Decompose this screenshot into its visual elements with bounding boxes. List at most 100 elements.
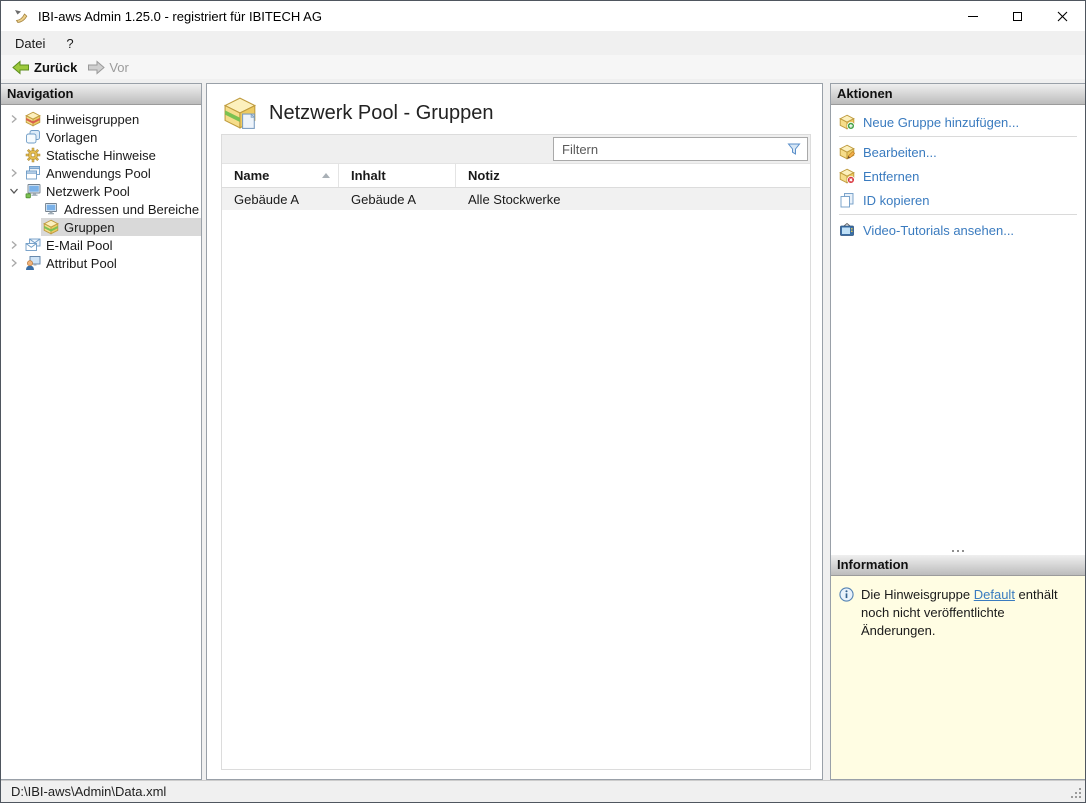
chevron-down-icon[interactable] <box>7 186 21 196</box>
netzwerk-pool-icon <box>25 183 41 199</box>
column-header-notiz[interactable]: Notiz <box>456 164 810 187</box>
forward-arrow-icon <box>88 59 106 75</box>
action-label: Neue Gruppe hinzufügen... <box>863 114 1020 130</box>
email-pool-icon <box>25 237 41 253</box>
page-title-row: Netzwerk Pool - Gruppen <box>224 96 494 130</box>
menu-bar: Datei ? <box>1 31 1085 55</box>
edit-action[interactable]: Bearbeiten... <box>831 141 1085 163</box>
nav-item-gruppen[interactable]: Gruppen <box>1 218 201 236</box>
video-tutorials-action[interactable]: Video-Tutorials ansehen... <box>831 219 1085 241</box>
nav-label: Attribut Pool <box>46 255 117 271</box>
nav-item-adressen-und-bereiche[interactable]: Adressen und Bereiche <box>1 200 201 218</box>
app-logo-icon <box>15 10 28 23</box>
maximize-button[interactable] <box>995 1 1040 31</box>
information-body: Die Hinweisgruppe Default enthält noch n… <box>831 576 1085 779</box>
status-bar: D:\IBI-aws\Admin\Data.xml <box>1 780 1085 802</box>
maximize-icon <box>1013 11 1022 21</box>
resize-grip-icon[interactable] <box>1069 786 1083 800</box>
add-group-icon <box>839 114 855 130</box>
nav-item-statische-hinweise[interactable]: Statische Hinweise <box>1 146 201 164</box>
sort-asc-icon <box>322 173 330 178</box>
menu-help[interactable]: ? <box>59 31 80 55</box>
hinweisgruppen-icon <box>25 111 41 127</box>
actions-list: Neue Gruppe hinzufügen... Bearbeiten... <box>831 105 1085 547</box>
attribut-pool-icon <box>25 255 41 271</box>
minimize-button[interactable] <box>950 1 995 31</box>
cell-notiz: Alle Stockwerke <box>468 191 561 207</box>
column-label: Notiz <box>468 168 500 183</box>
add-group-action[interactable]: Neue Gruppe hinzufügen... <box>831 111 1085 133</box>
drag-dot <box>952 550 954 552</box>
navigation-header: Navigation <box>1 84 201 105</box>
remove-action[interactable]: Entfernen <box>831 165 1085 187</box>
cell-name: Gebäude A <box>234 191 300 207</box>
column-label: Inhalt <box>351 168 386 183</box>
chevron-right-icon[interactable] <box>7 114 21 124</box>
nav-label: Netzwerk Pool <box>46 183 130 199</box>
panel-splitter-handle[interactable] <box>831 547 1085 555</box>
info-icon <box>839 587 854 602</box>
video-tutorials-icon <box>839 222 855 238</box>
filter-icon[interactable] <box>786 141 802 157</box>
column-header-inhalt[interactable]: Inhalt <box>339 164 456 187</box>
app-window: IBI-aws Admin 1.25.0 - registriert für I… <box>0 0 1086 803</box>
nav-label: E-Mail Pool <box>46 237 113 253</box>
separator <box>839 214 1077 215</box>
gruppen-icon <box>43 219 59 235</box>
filter-input[interactable] <box>554 141 786 157</box>
information-header: Information <box>831 555 1085 576</box>
data-file-path: D:\IBI-aws\Admin\Data.xml <box>11 784 167 799</box>
navigation-tree: Hinweisgruppen Vorlagen Statische Hinwei… <box>1 105 201 272</box>
info-text-before: Die Hinweisgruppe <box>861 587 974 602</box>
nav-item-attribut-pool[interactable]: Attribut Pool <box>1 254 201 272</box>
main-panel: Netzwerk Pool - Gruppen Name <box>206 83 823 780</box>
copy-id-icon <box>839 192 855 208</box>
anwendungs-pool-icon <box>25 165 41 181</box>
workspace: Navigation Hinweisgruppen Vorlagen Stati… <box>1 81 1085 780</box>
menu-datei[interactable]: Datei <box>8 31 52 55</box>
nav-item-hinweisgruppen[interactable]: Hinweisgruppen <box>1 110 201 128</box>
filter-box <box>553 137 808 161</box>
default-group-link[interactable]: Default <box>974 587 1015 602</box>
chevron-right-icon[interactable] <box>7 240 21 250</box>
copy-id-action[interactable]: ID kopieren <box>831 189 1085 211</box>
groups-table: Name Inhalt Notiz Gebäude A Gebäude A Al… <box>221 134 811 770</box>
right-panel: Aktionen Neue Gruppe hinzufügen... Bearb… <box>830 83 1085 780</box>
navigation-panel: Navigation Hinweisgruppen Vorlagen Stati… <box>1 83 202 780</box>
filter-strip <box>222 135 810 164</box>
nav-label: Gruppen <box>64 219 115 235</box>
back-arrow-icon <box>12 59 29 75</box>
information-text: Die Hinweisgruppe Default enthält noch n… <box>861 586 1077 779</box>
nav-label: Vorlagen <box>46 129 98 145</box>
minimize-icon <box>967 15 978 17</box>
table-empty-area <box>222 210 810 769</box>
table-header-row: Name Inhalt Notiz <box>222 164 810 188</box>
actions-header: Aktionen <box>831 84 1085 105</box>
title-bar: IBI-aws Admin 1.25.0 - registriert für I… <box>1 1 1085 31</box>
page-title-icon <box>224 97 257 129</box>
drag-dot <box>962 550 964 552</box>
nav-label: Hinweisgruppen <box>46 111 140 127</box>
column-header-name[interactable]: Name <box>222 164 339 187</box>
statische-hinweise-icon <box>25 147 41 163</box>
vorlagen-icon <box>25 129 41 145</box>
chevron-right-icon[interactable] <box>7 168 21 178</box>
separator <box>839 136 1077 137</box>
forward-button[interactable]: Vor <box>82 58 134 77</box>
back-button[interactable]: Zurück <box>7 58 82 77</box>
table-row[interactable]: Gebäude A Gebäude A Alle Stockwerke <box>222 188 810 210</box>
action-label: Video-Tutorials ansehen... <box>863 222 1015 238</box>
action-label: Bearbeiten... <box>863 144 937 160</box>
drag-dot <box>957 550 959 552</box>
chevron-right-icon[interactable] <box>7 258 21 268</box>
nav-item-vorlagen[interactable]: Vorlagen <box>1 128 201 146</box>
forward-label: Vor <box>109 59 129 75</box>
cell-inhalt: Gebäude A <box>351 191 417 207</box>
column-label: Name <box>234 168 270 183</box>
nav-item-email-pool[interactable]: E-Mail Pool <box>1 236 201 254</box>
nav-item-netzwerk-pool[interactable]: Netzwerk Pool <box>1 182 201 200</box>
close-button[interactable] <box>1040 1 1085 31</box>
nav-item-anwendungs-pool[interactable]: Anwendungs Pool <box>1 164 201 182</box>
remove-group-icon <box>839 168 855 184</box>
nav-label: Statische Hinweise <box>46 147 156 163</box>
